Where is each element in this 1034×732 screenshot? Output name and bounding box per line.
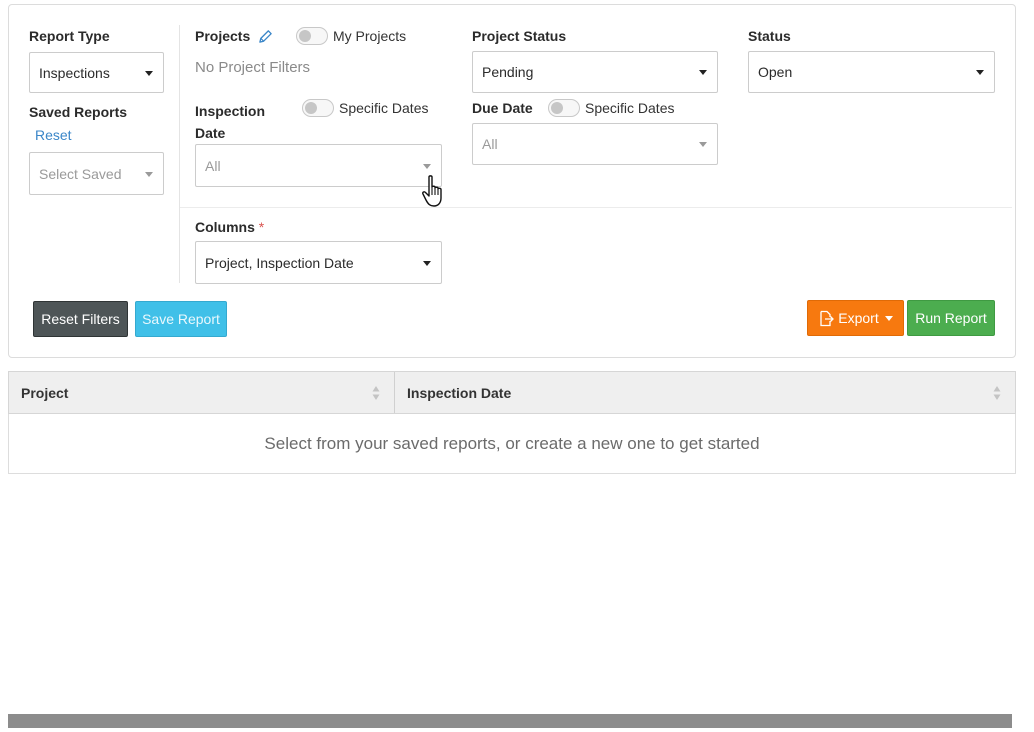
section-divider (180, 207, 1012, 208)
chevron-down-icon (145, 171, 153, 177)
chevron-down-icon (423, 163, 431, 169)
report-type-label: Report Type (29, 28, 110, 44)
chevron-down-icon (976, 70, 984, 75)
toggle-knob (551, 102, 563, 114)
export-button[interactable]: Export (807, 300, 904, 336)
saved-reports-select[interactable]: Select Saved (29, 152, 164, 195)
saved-reports-placeholder: Select Saved (39, 165, 122, 182)
table-header (8, 371, 1016, 414)
inspection-date-specific-toggle[interactable] (302, 99, 334, 117)
chevron-down-icon (699, 142, 707, 147)
projects-empty-text: No Project Filters (195, 59, 311, 76)
inspection-date-select[interactable]: All (195, 144, 442, 187)
caret-down-icon (884, 315, 893, 321)
toggle-knob (305, 102, 317, 114)
column-header-project[interactable]: Project (21, 385, 68, 401)
due-date-specific-toggle[interactable] (548, 99, 580, 117)
project-status-label: Project Status (472, 28, 567, 44)
columns-label-text: Columns (195, 219, 255, 235)
status-select[interactable]: Open (748, 51, 995, 93)
chevron-down-icon (423, 260, 431, 266)
save-report-button[interactable]: Save Report (135, 301, 227, 337)
required-mark: * (258, 219, 265, 235)
inspection-date-specific-label: Specific Dates (339, 100, 429, 116)
project-status-value: Pending (482, 64, 534, 80)
horizontal-scrollbar[interactable] (8, 714, 1012, 728)
report-type-select[interactable]: Inspections (29, 52, 164, 93)
status-label: Status (748, 28, 791, 44)
toggle-knob (299, 30, 311, 42)
project-status-select[interactable]: Pending (472, 51, 718, 93)
pencil-icon[interactable] (258, 29, 273, 44)
my-projects-toggle[interactable] (296, 27, 328, 45)
chevron-down-icon (145, 70, 153, 76)
inspection-date-value: All (205, 157, 221, 174)
sort-icon[interactable] (993, 385, 1001, 401)
export-label: Export (838, 310, 879, 326)
file-export-icon (820, 310, 835, 326)
run-report-button[interactable]: Run Report (907, 300, 995, 336)
column-header-inspection-date[interactable]: Inspection Date (407, 385, 511, 401)
chevron-down-icon (699, 70, 707, 75)
due-date-value: All (482, 136, 498, 152)
status-value: Open (758, 64, 793, 80)
due-date-specific-label: Specific Dates (585, 100, 675, 116)
columns-value: Project, Inspection Date (205, 254, 354, 271)
due-date-label: Due Date (472, 100, 533, 116)
columns-label: Columns * (195, 219, 264, 235)
my-projects-toggle-label: My Projects (333, 28, 407, 44)
due-date-select[interactable]: All (472, 123, 718, 165)
header-divider (394, 372, 395, 413)
report-type-value: Inspections (39, 64, 110, 81)
saved-reports-label: Saved Reports (29, 104, 128, 120)
projects-label: Projects (195, 28, 251, 44)
saved-reports-reset-link[interactable]: Reset (35, 127, 72, 143)
inspection-date-label: Inspection Date (195, 103, 266, 141)
columns-select[interactable]: Project, Inspection Date (195, 241, 442, 284)
column-divider (179, 25, 180, 283)
sort-icon[interactable] (372, 385, 380, 401)
reset-filters-button[interactable]: Reset Filters (33, 301, 128, 337)
empty-table-message: Select from your saved reports, or creat… (264, 434, 760, 453)
hand-pointer-icon (422, 175, 442, 207)
